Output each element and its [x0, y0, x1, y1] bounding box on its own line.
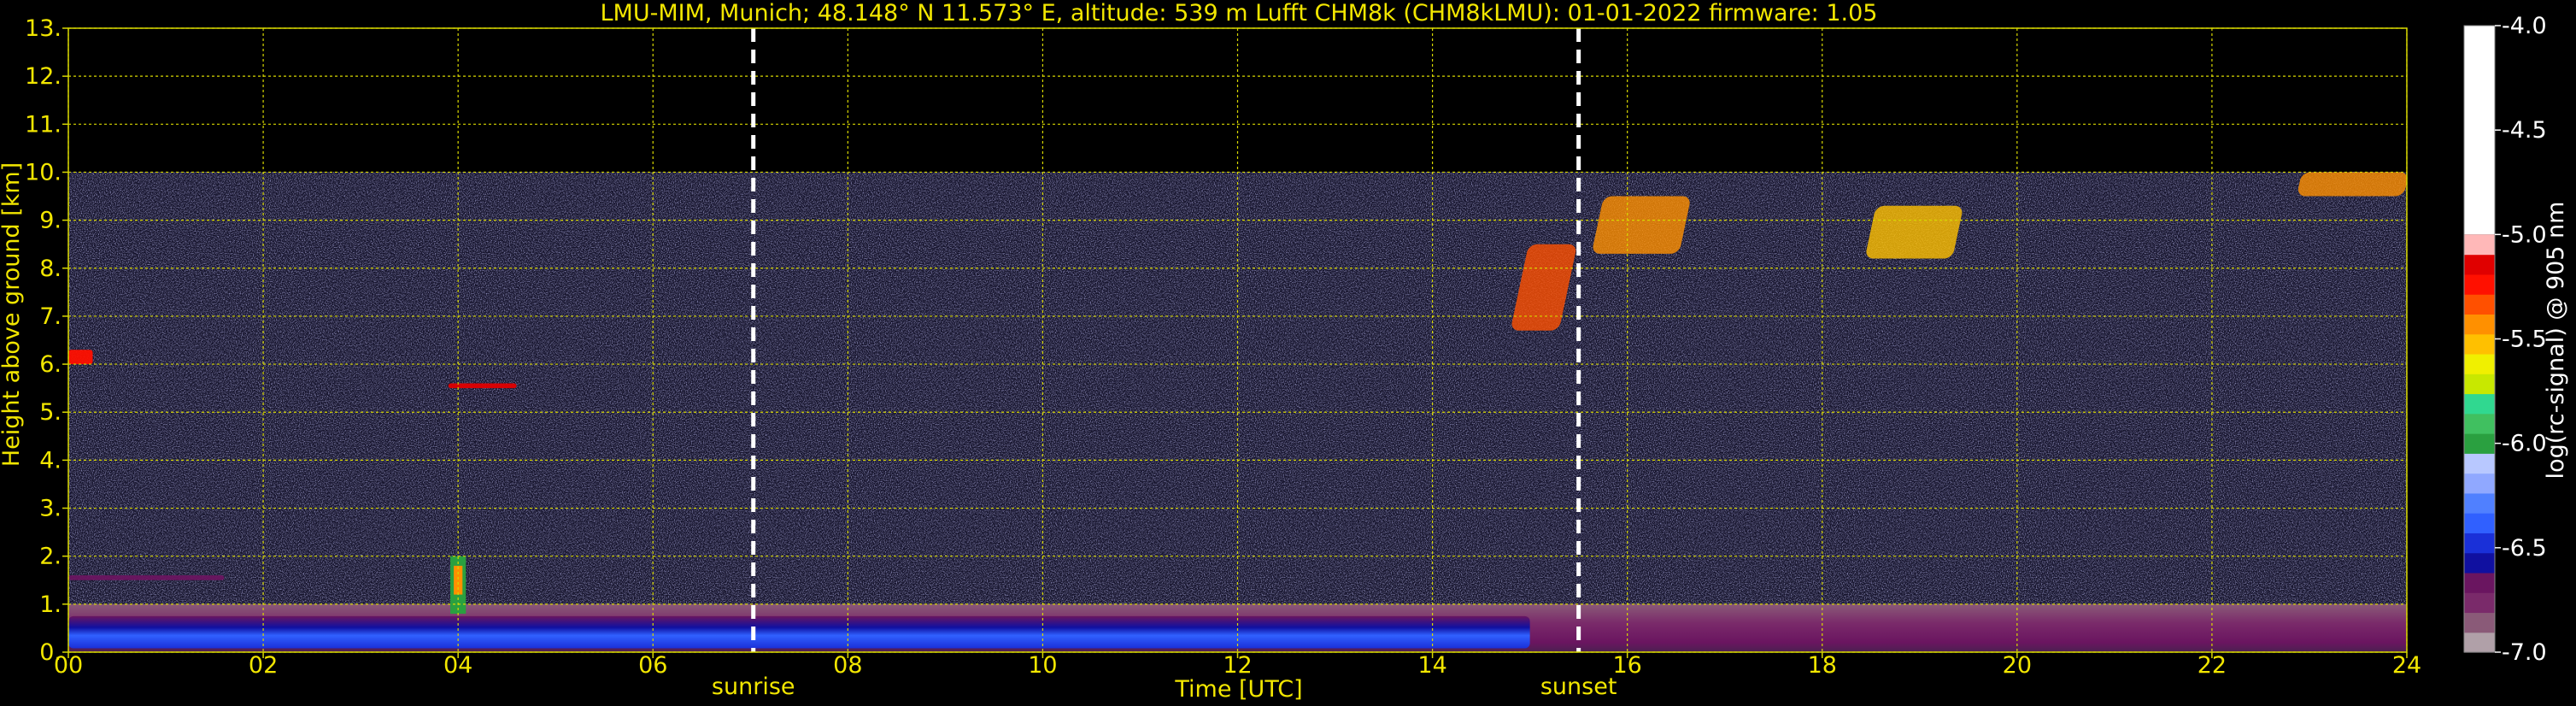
y-tick-label: 5. [39, 399, 62, 426]
y-tick-label: 8. [39, 256, 62, 282]
x-tick-label: 04 [443, 652, 472, 679]
x-axis-label: Time [UTC] [1174, 676, 1302, 703]
colorbar-segment [2464, 632, 2495, 653]
x-tick-label: 06 [638, 652, 667, 679]
ceilometer-chart: sunrise sunset 00 02 04 06 08 10 12 14 16 18 20 22 24… [0, 0, 2569, 703]
colorbar-tick-label: -5.0 [2502, 221, 2547, 248]
y-tick-label: 6. [39, 351, 62, 378]
colorbar-segment [2464, 413, 2495, 434]
colorbar-segment [2464, 552, 2495, 574]
colorbar-segment [2464, 393, 2495, 415]
feature-low-cloud-core [454, 565, 463, 595]
feature-cirrus [1866, 205, 1963, 259]
y-tick-label: 0. [39, 639, 62, 666]
y-tick-label: 12. [25, 63, 62, 90]
chart-title: LMU-MIM, Munich; 48.148° N 11.573° E, al… [601, 0, 1878, 26]
colorbar: -4.0 -4.5 -5.0 -5.5 -6.0 -6.5 -7.0 [2463, 13, 2547, 666]
colorbar-segment [2464, 572, 2495, 593]
colorbar-tick-label: -7.0 [2502, 639, 2547, 666]
colorbar-segment [2464, 453, 2495, 474]
y-tick-label: 3. [39, 496, 62, 522]
feature-boundary-core [68, 615, 1530, 649]
colorbar-segment [2464, 612, 2495, 633]
x-tick-label: 08 [833, 652, 862, 679]
colorbar-segment [2464, 333, 2495, 355]
feature-mid-cloud [68, 350, 93, 365]
colorbar-segment [2464, 433, 2495, 454]
sunrise-label: sunrise [712, 674, 795, 700]
y-tick-label: 7. [39, 303, 62, 330]
y-tick-label: 11. [25, 111, 62, 138]
colorbar-segment [2464, 513, 2495, 533]
colorbar-segment [2464, 492, 2495, 514]
x-tick-label: 18 [1808, 652, 1837, 679]
colorbar-tick-label: -4.0 [2502, 13, 2547, 39]
colorbar-label: log(rc-signal) @ 905 nm [2543, 202, 2569, 479]
colorbar-segment [2464, 234, 2495, 256]
colorbar-segment [2464, 314, 2495, 335]
x-tick-label: 20 [2003, 652, 2032, 679]
x-tick-label: 02 [249, 652, 278, 679]
colorbar-tick-label: -5.5 [2502, 327, 2547, 353]
x-tick-label: 16 [1612, 652, 1641, 679]
colorbar-segment [2464, 294, 2495, 315]
y-tick-label: 9. [39, 208, 62, 234]
colorbar-segment [2464, 254, 2495, 275]
y-tick-label: 4. [39, 447, 62, 474]
colorbar-tick-label: -4.5 [2502, 117, 2547, 144]
sunset-label: sunset [1540, 674, 1617, 700]
feature-residual-layer [68, 575, 225, 580]
feature-cirrus [1593, 196, 1690, 254]
y-axis-label: Height above ground [km] [0, 162, 25, 467]
x-tick-label: 12 [1223, 652, 1252, 679]
feature-cirrus [2297, 172, 2408, 197]
colorbar-segment [2464, 473, 2495, 494]
colorbar-segment [2464, 274, 2495, 295]
y-tick-label: 13. [25, 15, 62, 42]
x-tick-label: 10 [1028, 652, 1057, 679]
colorbar-segment [2464, 374, 2495, 395]
x-tick-label: 22 [2198, 652, 2227, 679]
y-tick-label: 10. [25, 159, 62, 185]
colorbar-tick-label: -6.5 [2502, 535, 2547, 562]
y-tick-label: 2. [39, 544, 62, 570]
colorbar-segment [2464, 26, 2495, 235]
x-tick-label: 14 [1417, 652, 1446, 679]
x-tick-label: 24 [2392, 652, 2421, 679]
y-tick-label: 1. [39, 591, 62, 618]
colorbar-segment [2464, 353, 2495, 374]
colorbar-segment [2464, 532, 2495, 554]
colorbar-tick-label: -6.0 [2502, 431, 2547, 457]
colorbar-segment [2464, 592, 2495, 614]
